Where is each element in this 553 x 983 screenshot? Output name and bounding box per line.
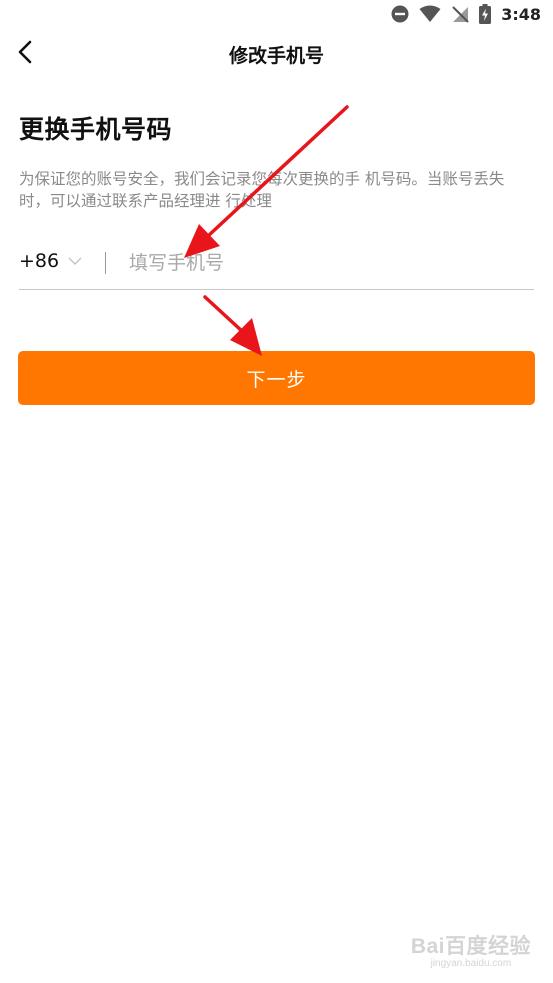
watermark-logo: Bai百度经验 xyxy=(410,935,531,958)
phone-input-row: +86 xyxy=(19,238,534,290)
description-text: 为保证您的账号安全，我们会记录您每次更换的手 机号码。当账号丢失时，可以通过联系… xyxy=(19,170,505,210)
arrow-to-next-button xyxy=(203,295,262,356)
status-bar: 3:48 xyxy=(0,0,553,30)
section-title: 更换手机号码 xyxy=(19,115,173,144)
baidu-watermark: Bai百度经验 jingyan.baidu.com xyxy=(411,930,531,969)
phone-number-input[interactable] xyxy=(129,246,509,280)
country-code-label: +86 xyxy=(19,250,60,272)
country-code-selector[interactable]: +86 xyxy=(19,250,82,272)
next-step-button[interactable]: 下一步 xyxy=(18,351,535,405)
do-not-disturb-icon xyxy=(391,5,409,23)
header: 修改手机号 xyxy=(0,30,553,78)
page-title: 修改手机号 xyxy=(228,45,324,67)
no-signal-icon xyxy=(451,5,469,23)
status-time: 3:48 xyxy=(501,4,541,24)
status-icons: 3:48 xyxy=(391,4,541,24)
wifi-icon xyxy=(419,5,441,23)
chevron-down-icon xyxy=(68,257,82,266)
annotation-arrows xyxy=(184,105,349,356)
battery-charging-icon xyxy=(479,4,492,24)
input-divider xyxy=(105,252,106,274)
